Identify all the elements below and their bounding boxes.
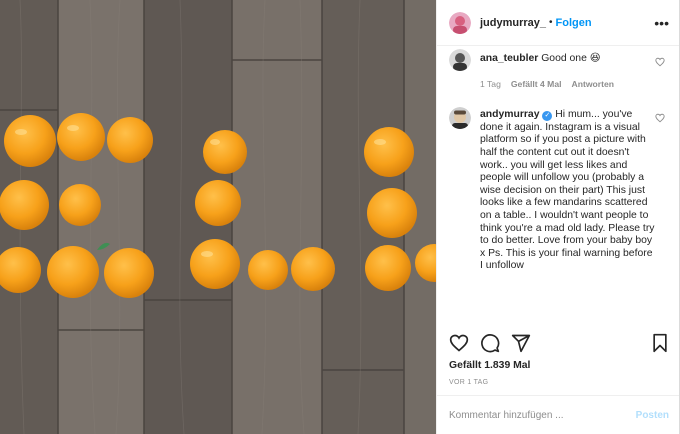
- comment-body: andymurray ✓ Hi mum... you've done it ag…: [480, 109, 656, 273]
- follow-button[interactable]: Folgen: [556, 17, 592, 29]
- comment-icon[interactable]: [480, 333, 500, 353]
- post-header: judymurray_ • Folgen •••: [437, 0, 679, 46]
- comment-heart-icon[interactable]: [655, 113, 665, 123]
- comment-body: ana_teubler Good one 😆 1 Tag Gefällt 4 M…: [480, 49, 656, 90]
- post-actions: [449, 331, 669, 355]
- andymurray-avatar[interactable]: [449, 107, 471, 130]
- comment-text: Hi mum... you've done it again. Instagra…: [480, 109, 655, 272]
- post-date[interactable]: VOR 1 TAG: [449, 379, 488, 386]
- comment-ana-teubler: ana_teubler Good one 😆 1 Tag Gefällt 4 M…: [437, 49, 679, 90]
- comment-username[interactable]: ana_teubler: [480, 53, 538, 64]
- oranges-photo: [0, 0, 436, 434]
- share-icon[interactable]: [511, 333, 531, 353]
- comment-andymurray: andymurray ✓ Hi mum... you've done it ag…: [437, 107, 679, 273]
- comment-form: Posten: [437, 395, 679, 434]
- more-icon[interactable]: •••: [654, 16, 669, 30]
- comments-list[interactable]: ana_teubler Good one 😆 1 Tag Gefällt 4 M…: [437, 47, 679, 322]
- comment-text: Good one 😆: [541, 53, 601, 64]
- heart-icon[interactable]: [449, 333, 469, 353]
- bookmark-icon[interactable]: [651, 333, 669, 353]
- ana-teubler-avatar[interactable]: [449, 49, 471, 71]
- comment-heart-icon[interactable]: [655, 57, 665, 67]
- likes-count[interactable]: Gefällt 1.839 Mal: [449, 360, 530, 371]
- comment-meta: 1 Tag Gefällt 4 Mal Antworten: [480, 78, 656, 91]
- post-author-username[interactable]: judymurray_: [480, 17, 546, 29]
- comment-input[interactable]: [449, 409, 636, 421]
- judymurray-avatar[interactable]: [449, 11, 471, 34]
- post-comment-button[interactable]: Posten: [636, 410, 669, 421]
- header-separator: •: [549, 17, 553, 28]
- comment-time[interactable]: 1 Tag: [480, 78, 501, 91]
- comment-username[interactable]: andymurray: [480, 109, 539, 120]
- post-sidebar: judymurray_ • Folgen ••• ana_teubler Goo…: [436, 0, 680, 434]
- comment-likes[interactable]: Gefällt 4 Mal: [511, 78, 562, 91]
- reply-button[interactable]: Antworten: [572, 78, 615, 91]
- verified-icon: ✓: [542, 111, 553, 122]
- post-photo[interactable]: [0, 0, 436, 434]
